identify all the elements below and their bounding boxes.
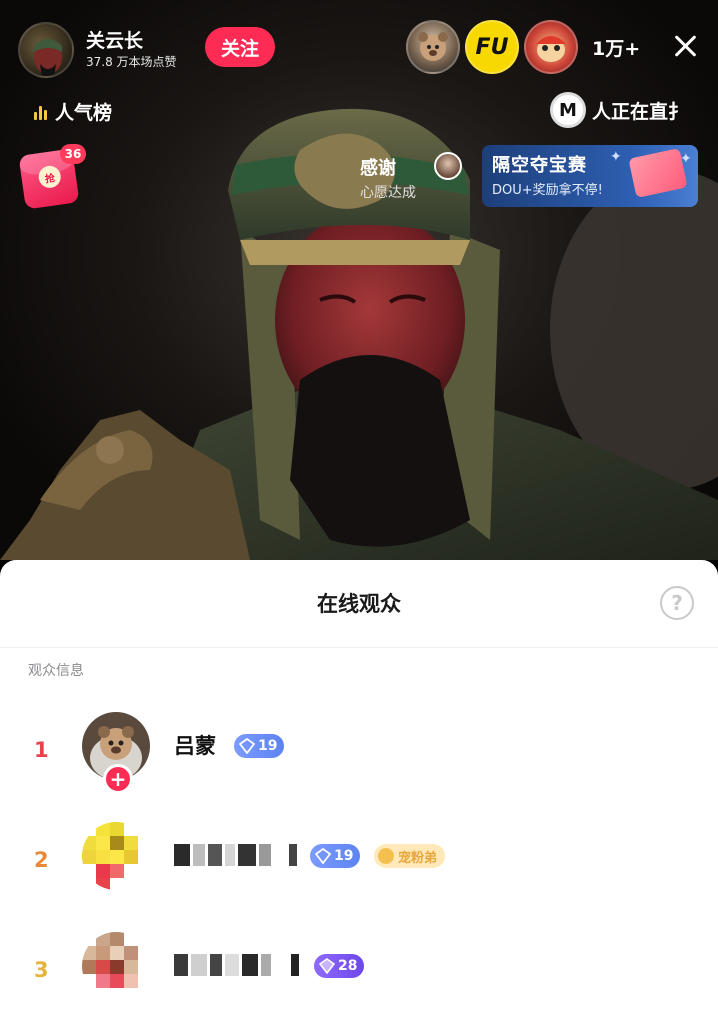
live-now-label: 人正在直扌 [592,100,688,123]
thanks-user-avatar [434,152,462,180]
viewer-row-3[interactable]: 3 28 [0,932,718,1022]
sheet-header: 在线观众 ? [0,560,718,648]
stream-video-frame [0,108,718,560]
bear-icon [418,32,448,61]
blurred-viewer-name [174,844,300,866]
diamond-icon [315,848,331,864]
host-avatar-image [34,39,62,76]
event-banner[interactable]: 隔空夺宝赛 DOU+奖励拿不停! ✦ ✦ [482,145,698,207]
viewer-avatar-bear[interactable] [406,20,460,74]
viewer-name: 吕蒙 [174,734,216,758]
diamond-icon [319,958,335,974]
help-icon[interactable]: ? [660,586,694,620]
host-name: 关云长 [86,30,144,52]
popularity-rank-button[interactable]: 人气榜 [34,98,112,125]
level-badge: 19 [234,734,285,758]
event-subtitle: DOU+奖励拿不停! [492,183,603,198]
event-title: 隔空夺宝赛 [492,155,587,176]
live-now-button[interactable]: M 人正在直扌 [550,92,718,128]
popularity-rank-label: 人气榜 [55,102,113,124]
host-like-count: 37.8 万本场点赞 [86,55,177,69]
close-icon[interactable] [668,28,704,64]
host-info[interactable]: 关云长 37.8 万本场点赞 [18,22,177,78]
viewer-rank: 2 [34,848,49,872]
wish-thanks-overlay: 感谢 心愿达成 [360,154,416,202]
viewer-count[interactable]: 1万+ [592,34,640,61]
viewer-row-1[interactable]: 1 + 吕蒙 19 [0,712,718,802]
level-value: 19 [258,738,278,754]
top-viewer-avatars[interactable]: FU [406,20,583,74]
lion-dance-icon [536,36,566,62]
pixelated-avatar-image [82,822,150,890]
m-logo-icon: M [550,92,586,128]
diamond-icon [239,738,255,754]
viewer-rank: 3 [34,958,49,982]
thanks-title: 感谢 [360,158,396,179]
bar-chart-icon [34,104,49,120]
fu-logo-text: FU [475,34,509,60]
avatar[interactable] [82,822,150,890]
host-meta: 关云长 37.8 万本场点赞 [86,29,177,71]
viewer-rank: 1 [34,738,49,762]
blurred-viewer-name [174,954,302,976]
level-value: 19 [334,848,354,864]
viewer-row-2[interactable]: 2 19 宠粉弟 [0,822,718,912]
viewer-info-label: 观众信息 [28,663,84,679]
thanks-subtitle: 心愿达成 [360,185,416,201]
red-packet-count-badge: 36 [60,144,86,164]
sheet-title: 在线观众 [317,592,401,616]
viewer-avatar-lion[interactable] [524,20,578,74]
fan-club-icon [378,848,394,864]
ticket-icon [628,148,688,198]
follow-plus-button[interactable]: + [103,764,133,794]
pixelated-avatar-image [82,932,150,1000]
star-icon: ✦ [680,151,692,167]
level-value: 28 [338,958,358,974]
avatar[interactable] [82,932,150,1000]
live-stream-view[interactable]: 关云长 37.8 万本场点赞 关注 FU 1万+ 人气榜 M 人正在直扌 抢 3… [0,0,718,560]
host-avatar[interactable] [18,22,74,78]
online-viewers-sheet: 在线观众 ? 观众信息 1 + 吕蒙 19 2 19 宠粉弟 3 28 [0,560,718,1024]
level-badge: 19 [310,844,361,868]
level-badge: 28 [314,954,365,978]
follow-button[interactable]: 关注 [205,27,275,67]
viewer-avatar-fu[interactable]: FU [465,20,519,74]
star-icon: ✦ [610,149,622,165]
fan-club-badge: 宠粉弟 [374,844,446,868]
fan-club-label: 宠粉弟 [398,850,438,866]
